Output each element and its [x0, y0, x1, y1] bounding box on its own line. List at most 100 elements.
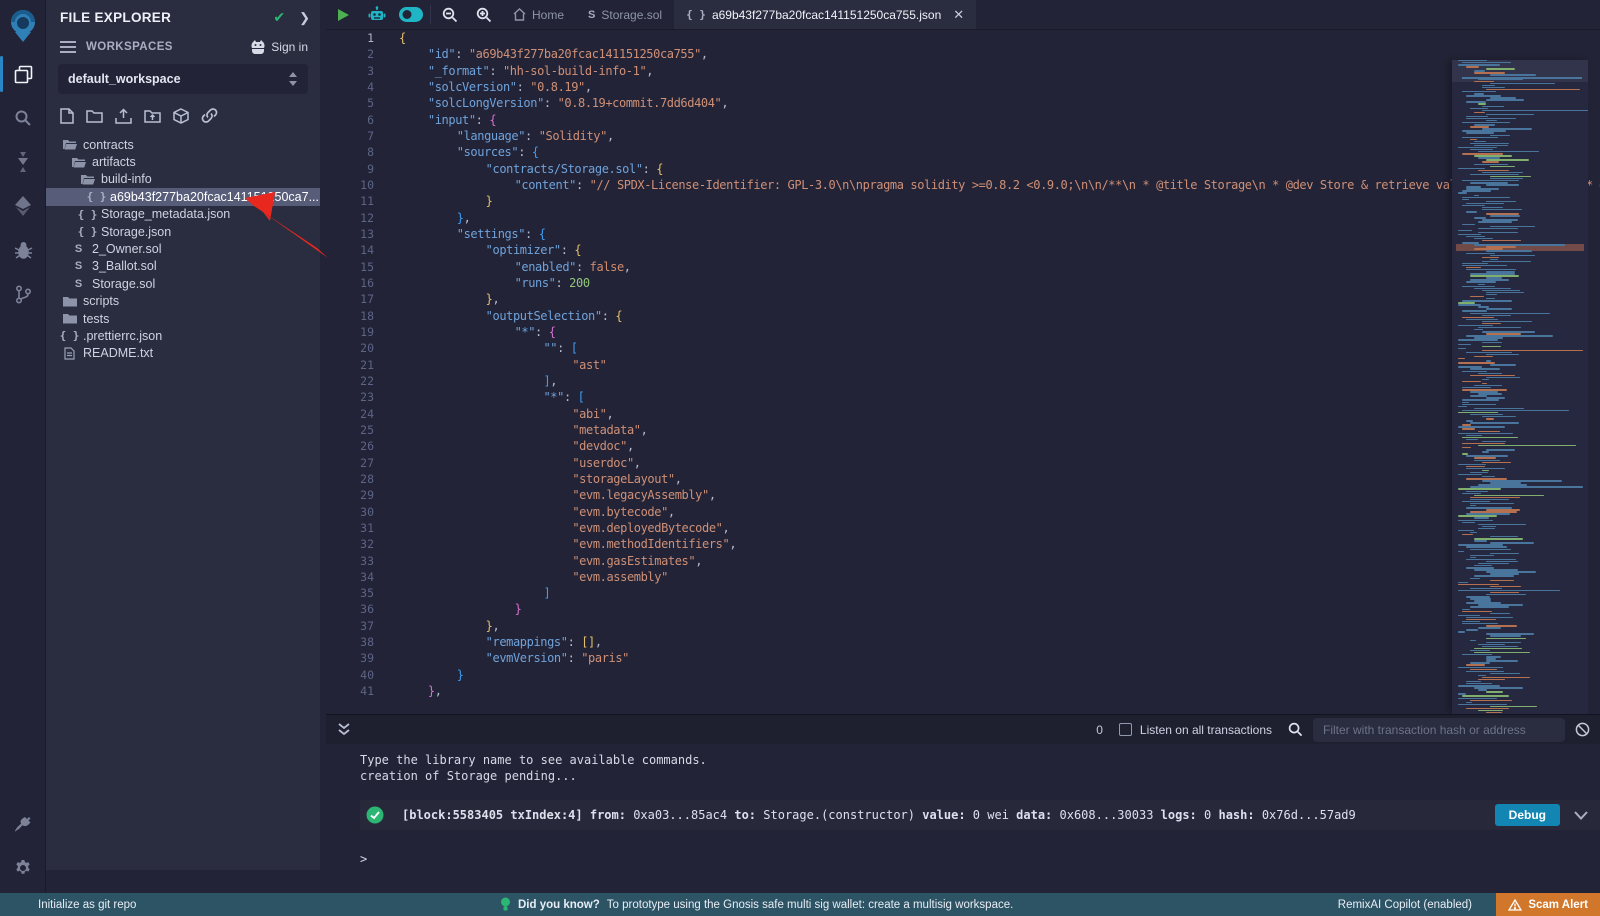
expand-transaction-icon[interactable]	[1574, 811, 1588, 820]
collapse-terminal-icon[interactable]	[338, 723, 350, 736]
tree-item-label: .prettierrc.json	[83, 329, 162, 343]
tree-item-label: build-info	[101, 172, 152, 186]
tree-item-a69b43f277ba20fcac141151250ca7-[interactable]: { } a69b43f277ba20fcac141151250ca7...	[46, 188, 320, 205]
file-icon	[62, 347, 77, 360]
code-line: "language": "Solidity",	[399, 128, 1600, 144]
code-editor[interactable]: 1234567891011121314151617181920212223242…	[326, 30, 1600, 714]
sidebar-item-plugin-manager[interactable]	[0, 802, 46, 846]
success-check-icon	[366, 806, 384, 824]
code-line: "storageLayout",	[399, 471, 1600, 487]
listen-all-transactions-label[interactable]: Listen on all transactions	[1140, 723, 1272, 737]
hamburger-menu-icon[interactable]	[60, 41, 76, 53]
json-icon: { }	[89, 190, 104, 203]
remixai-copilot-button[interactable]	[360, 0, 394, 29]
code-line: },	[399, 291, 1600, 307]
copilot-status[interactable]: RemixAI Copilot (enabled)	[1338, 899, 1472, 911]
json-icon: { }	[80, 208, 95, 221]
upload-folder-icon[interactable]	[144, 108, 161, 124]
new-file-icon[interactable]	[60, 108, 74, 124]
lightbulb-icon	[500, 897, 511, 912]
folder-open-icon	[80, 174, 95, 185]
sidebar-item-git[interactable]	[0, 272, 46, 316]
status-bar: Initialize as git repo Did you know? To …	[0, 893, 1600, 916]
sidebar-item-debugger[interactable]	[0, 228, 46, 272]
tree-item-scripts[interactable]: scripts	[46, 293, 320, 310]
terminal-prompt[interactable]: >	[360, 852, 1600, 866]
tree-item--prettierrc-json[interactable]: { } .prettierrc.json	[46, 327, 320, 344]
folder-open-icon	[71, 157, 86, 168]
tree-item-readme-txt[interactable]: README.txt	[46, 345, 320, 362]
remix-logo-icon[interactable]	[0, 0, 46, 52]
clear-console-icon[interactable]	[1575, 722, 1590, 737]
folder-closed-icon	[62, 313, 77, 324]
transaction-row[interactable]: [block:5583405 txIndex:4] from: 0xa03...…	[360, 800, 1600, 830]
workspace-select[interactable]: default_workspace	[58, 64, 308, 94]
sidebar-item-deploy-run[interactable]	[0, 184, 46, 228]
upload-file-icon[interactable]	[115, 108, 132, 124]
run-script-button[interactable]	[326, 0, 360, 29]
new-folder-icon[interactable]	[86, 108, 103, 124]
code-line: "id": "a69b43f277ba20fcac141151250ca755"…	[399, 46, 1600, 62]
sol-icon: S	[71, 260, 86, 272]
tab-label: Home	[532, 8, 564, 22]
debug-button[interactable]: Debug	[1495, 804, 1560, 826]
tree-item-storage-json[interactable]: { }Storage.json	[46, 223, 320, 240]
code-line: {	[399, 30, 1600, 46]
copilot-toggle[interactable]	[394, 0, 428, 29]
sidebar-item-file-explorer[interactable]	[0, 52, 46, 96]
tab-home[interactable]: Home	[501, 0, 576, 29]
tree-item-storage-metadata-json[interactable]: { }Storage_metadata.json	[46, 206, 320, 223]
code-line: },	[399, 618, 1600, 634]
robot-icon	[368, 6, 386, 23]
tree-item-tests[interactable]: tests	[46, 310, 320, 327]
check-icon: ✔	[273, 9, 285, 26]
zoom-out-button[interactable]	[433, 0, 467, 29]
workspaces-label: WORKSPACES	[86, 41, 250, 53]
publish-ipfs-icon[interactable]	[173, 108, 189, 124]
json-icon: { }	[62, 329, 77, 342]
tree-item-storage-sol[interactable]: SStorage.sol	[46, 275, 320, 292]
tab-storage-sol[interactable]: S Storage.sol	[576, 0, 674, 29]
scam-alert-button[interactable]: Scam Alert	[1496, 893, 1600, 916]
tree-item-label: a69b43f277ba20fcac141151250ca7...	[110, 190, 319, 204]
github-sign-in[interactable]: Sign in	[250, 40, 308, 54]
code-line: "userdoc",	[399, 455, 1600, 471]
code-line: "evmVersion": "paris"	[399, 650, 1600, 666]
transaction-filter-input[interactable]	[1313, 718, 1565, 742]
link-icon[interactable]	[201, 108, 218, 124]
tree-item-artifacts[interactable]: artifacts	[46, 153, 320, 170]
tree-item-label: Storage.json	[101, 225, 171, 239]
tree-item-build-info[interactable]: build-info	[46, 171, 320, 188]
code-line: "evm.bytecode",	[399, 504, 1600, 520]
gear-icon	[14, 859, 32, 877]
init-git-repo-button[interactable]: Initialize as git repo	[38, 899, 136, 911]
code-line: "evm.deployedBytecode",	[399, 520, 1600, 536]
code-line: "sources": {	[399, 144, 1600, 160]
file-explorer-panel: FILE EXPLORER ✔ ❯ WORKSPACES Sign in def…	[46, 0, 320, 870]
terminal-output[interactable]: Type the library name to see available c…	[326, 744, 1600, 866]
collapse-panel-icon[interactable]: ❯	[299, 10, 310, 26]
toggle-on-icon	[399, 7, 423, 22]
zoom-in-button[interactable]	[467, 0, 501, 29]
terminal-search-icon[interactable]	[1288, 722, 1303, 737]
tab-build-info-json[interactable]: { } a69b43f277ba20fcac141151250ca755.jso…	[674, 0, 976, 29]
tree-item-label: artifacts	[92, 155, 136, 169]
listen-all-transactions-checkbox[interactable]	[1119, 723, 1132, 736]
bug-icon	[14, 241, 33, 260]
line-numbers: 1234567891011121314151617181920212223242…	[326, 30, 388, 699]
code-line: "solcLongVersion": "0.8.19+commit.7dd6d4…	[399, 95, 1600, 111]
tree-item-3-ballot-sol[interactable]: S3_Ballot.sol	[46, 258, 320, 275]
tab-label: a69b43f277ba20fcac141151250ca755.json	[712, 8, 941, 22]
file-tree: contracts artifacts build-info { } a69b43f27…	[46, 136, 320, 362]
code-line: "input": {	[399, 112, 1600, 128]
editor-toolbar-and-tabs: Home S Storage.sol { } a69b43f277ba20fca…	[326, 0, 1600, 30]
sidebar-item-search[interactable]	[0, 96, 46, 140]
tree-item-contracts[interactable]: contracts	[46, 136, 320, 153]
close-tab-icon[interactable]: ✕	[953, 7, 964, 23]
sidebar-item-settings[interactable]	[0, 846, 46, 890]
tree-item-label: 2_Owner.sol	[92, 242, 161, 256]
minimap[interactable]	[1452, 60, 1588, 714]
activity-bar	[0, 0, 46, 916]
sidebar-item-solidity-compiler[interactable]	[0, 140, 46, 184]
tree-item-2-owner-sol[interactable]: S2_Owner.sol	[46, 240, 320, 257]
